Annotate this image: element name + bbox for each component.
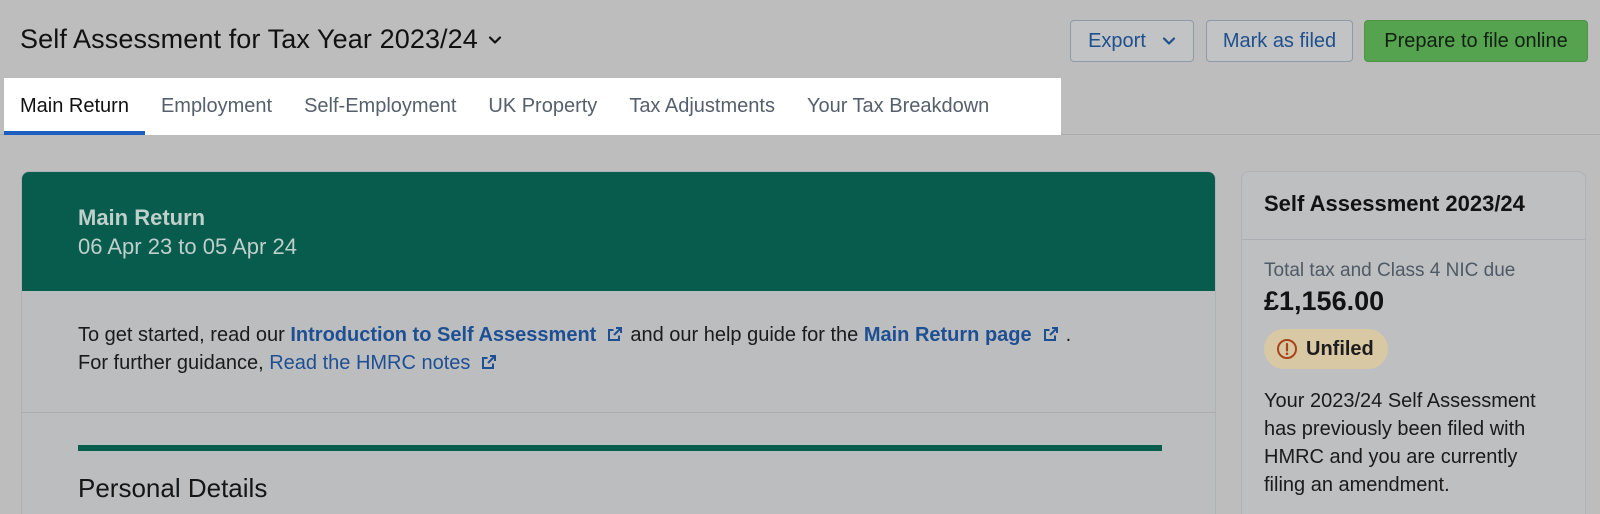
intro-to-self-assessment-link[interactable]: Introduction to Self Assessment [290,324,596,346]
prepare-to-file-label: Prepare to file online [1384,29,1568,52]
tab-label: Employment [160,95,273,117]
intro-prefix: To get started, read our [78,324,285,346]
page-header: Self Assessment for Tax Year 2023/24 Exp… [0,0,1600,78]
tab-label: Main Return [20,95,129,117]
hmrc-notes-link[interactable]: Read the HMRC notes [269,352,470,374]
section-rule [78,445,1162,451]
export-button[interactable]: Export [1070,20,1194,62]
tab-self-employment[interactable]: Self-Employment [288,78,472,135]
tab-bar: Main Return Employment Self-Employment U… [4,78,1061,135]
status-badge: Unfiled [1264,329,1388,369]
tax-year-selector[interactable]: Self Assessment for Tax Year 2023/24 [20,24,502,55]
intro-line: To get started, read our Introduction to… [78,321,1159,349]
mark-as-filed-button[interactable]: Mark as filed [1206,20,1353,62]
external-link-icon [482,355,497,369]
main-return-banner: Main Return 06 Apr 23 to 05 Apr 24 [22,172,1215,291]
mark-as-filed-label: Mark as filed [1222,29,1337,52]
amendment-note: Your 2023/24 Self Assessment has previou… [1264,390,1536,496]
summary-title: Self Assessment 2023/24 [1242,172,1585,240]
external-link-icon [608,327,623,341]
guidance-prefix: For further guidance, [78,352,264,374]
page-title: Self Assessment for Tax Year 2023/24 [20,24,478,54]
total-tax-label: Total tax and Class 4 NIC due [1264,260,1516,281]
status-label: Unfiled [1306,337,1374,360]
intro-text: To get started, read our Introduction to… [22,291,1215,413]
alert-circle-icon [1277,339,1297,359]
tab-uk-property[interactable]: UK Property [472,78,613,135]
tab-label: Your Tax Breakdown [806,95,990,117]
banner-title: Main Return [78,205,206,230]
intro-mid: and our help guide for the [630,324,859,346]
main-return-card: Main Return 06 Apr 23 to 05 Apr 24 To ge… [21,171,1216,514]
tab-label: Tax Adjustments [629,95,775,117]
chevron-down-icon [1162,37,1176,45]
tab-main-return[interactable]: Main Return [4,78,145,135]
export-button-label: Export [1088,29,1146,52]
summary-panel: Self Assessment 2023/24 Total tax and Cl… [1241,171,1586,514]
chevron-down-icon [488,35,502,44]
prepare-to-file-button[interactable]: Prepare to file online [1364,20,1588,62]
main-return-page-link[interactable]: Main Return page [864,324,1032,346]
external-link-icon [1043,327,1058,341]
tab-tax-adjustments[interactable]: Tax Adjustments [613,78,791,135]
guidance-line: For further guidance, Read the HMRC note… [78,349,1159,377]
intro-suffix: . [1065,324,1072,346]
summary-body: Total tax and Class 4 NIC due £1,156.00 … [1242,240,1585,499]
tab-employment[interactable]: Employment [145,78,288,135]
tab-label: Self-Employment [304,95,457,117]
banner-period: 06 Apr 23 to 05 Apr 24 [78,234,297,259]
tab-your-tax-breakdown[interactable]: Your Tax Breakdown [791,78,1005,135]
total-tax-amount: £1,156.00 [1264,286,1385,316]
personal-details-section: Personal Details [22,413,1215,504]
tab-label: UK Property [488,95,598,117]
section-title: Personal Details [78,473,268,503]
